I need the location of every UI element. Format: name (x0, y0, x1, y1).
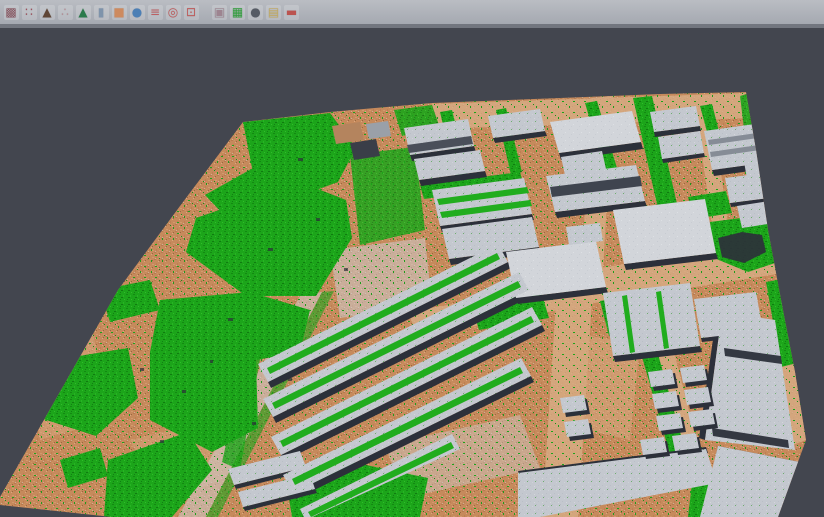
target-circle-icon[interactable]: ◎ (166, 5, 181, 20)
point-cloud-render (0, 28, 824, 517)
points-icon[interactable]: ∴ (58, 5, 73, 20)
measure-icon[interactable]: ▤ (266, 5, 281, 20)
toolbar: ▩∷▲∴▲▮■●≡◎⊡▣▦●▤▬ (0, 0, 824, 24)
application-window: ▩∷▲∴▲▮■●≡◎⊡▣▦●▤▬ (0, 0, 824, 517)
sphere-dark-icon[interactable]: ● (248, 5, 263, 20)
split-view-icon[interactable]: ∷ (22, 5, 37, 20)
zoom-extents-icon[interactable]: ⊡ (184, 5, 199, 20)
globe-icon[interactable]: ● (130, 5, 145, 20)
profile-lines-icon[interactable]: ≡ (148, 5, 163, 20)
terrain-dark-icon[interactable]: ▲ (40, 5, 55, 20)
column-icon[interactable]: ▮ (94, 5, 109, 20)
flag-icon[interactable]: ▬ (284, 5, 299, 20)
snapshot-icon[interactable]: ▣ (212, 5, 227, 20)
dataset-icon[interactable]: ▩ (4, 5, 19, 20)
terrain-green-icon[interactable]: ▲ (76, 5, 91, 20)
ground-tile-icon[interactable]: ■ (112, 5, 127, 20)
3d-viewport[interactable] (0, 28, 824, 517)
classification-map-icon[interactable]: ▦ (230, 5, 245, 20)
